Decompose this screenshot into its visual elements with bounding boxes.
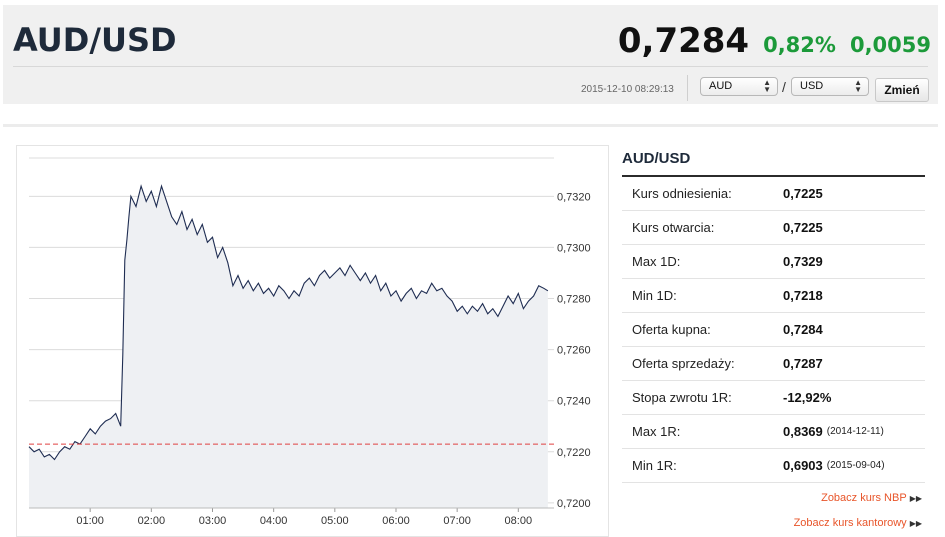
y-tick-label: 0,7260 bbox=[557, 345, 591, 357]
select-arrows-icon: ▲▼ bbox=[854, 79, 862, 93]
x-tick-label: 07:00 bbox=[443, 515, 471, 527]
y-tick-label: 0,7240 bbox=[557, 396, 591, 408]
info-row-label: Oferta sprzedaży: bbox=[622, 356, 783, 371]
x-tick-label: 03:00 bbox=[199, 515, 227, 527]
info-row-value: 0,7284 bbox=[783, 322, 823, 337]
info-row-label: Min 1R: bbox=[622, 458, 783, 473]
to-currency-select[interactable]: USD ▲▼ bbox=[791, 77, 869, 96]
info-row-value: 0,8369 bbox=[783, 424, 823, 439]
change-percent: 0,82% bbox=[763, 33, 836, 57]
nbp-rate-link-label: Zobacz kurs NBP bbox=[821, 492, 907, 504]
y-tick-label: 0,7200 bbox=[557, 498, 591, 510]
info-row-value: 0,7218 bbox=[783, 288, 823, 303]
x-tick-label: 06:00 bbox=[382, 515, 410, 527]
series-area bbox=[29, 186, 548, 508]
quote-header: AUD/USD 0,7284 0,82% 0,0059 2015-12-10 0… bbox=[3, 5, 938, 104]
info-row-label: Max 1R: bbox=[622, 424, 783, 439]
info-row-date: (2015-09-04) bbox=[827, 460, 885, 471]
info-row-label: Kurs otwarcia: bbox=[622, 220, 783, 235]
quote-timestamp: 2015-12-10 08:29:13 bbox=[581, 84, 674, 95]
double-arrow-icon: ▶▶ bbox=[910, 494, 922, 503]
info-row-label: Max 1D: bbox=[622, 254, 783, 269]
info-row: Stopa zwrotu 1R:-12,92% bbox=[622, 381, 925, 415]
select-arrows-icon: ▲▼ bbox=[763, 79, 771, 93]
info-row-value: 0,7329 bbox=[783, 254, 823, 269]
info-row-label: Stopa zwrotu 1R: bbox=[622, 390, 783, 405]
currency-separator: / bbox=[782, 79, 786, 95]
info-row-label: Kurs odniesienia: bbox=[622, 186, 783, 201]
price-chart: 0,7200 0,7220 0,7240 0,7260 0,7280 0,7300 0,73… bbox=[16, 145, 609, 537]
quote-summary: 0,7284 0,82% 0,0059 bbox=[618, 21, 931, 61]
info-row-value: 0,7225 bbox=[783, 220, 823, 235]
info-row: Max 1D:0,7329 bbox=[622, 245, 925, 279]
info-row-label: Oferta kupna: bbox=[622, 322, 783, 337]
x-tick-label: 04:00 bbox=[260, 515, 288, 527]
current-price: 0,7284 bbox=[618, 21, 749, 61]
header-divider bbox=[13, 66, 928, 67]
info-row-value: -12,92% bbox=[783, 390, 831, 405]
y-tick-label: 0,7300 bbox=[557, 242, 591, 254]
info-row-date: (2014-12-11) bbox=[827, 426, 884, 437]
info-row-value: 0,7287 bbox=[783, 356, 823, 371]
toolbar-separator bbox=[687, 75, 688, 101]
info-row: Oferta sprzedaży:0,7287 bbox=[622, 347, 925, 381]
info-title: AUD/USD bbox=[622, 150, 690, 167]
exchange-rate-link[interactable]: Zobacz kurs kantorowy▶▶ bbox=[794, 517, 922, 529]
x-tick-label: 05:00 bbox=[321, 515, 349, 527]
info-table: Kurs odniesienia:0,7225Kurs otwarcia:0,7… bbox=[622, 177, 925, 483]
info-row: Max 1R:0,8369 (2014-12-11) bbox=[622, 415, 925, 449]
y-tick-label: 0,7280 bbox=[557, 294, 591, 306]
change-absolute: 0,0059 bbox=[850, 33, 931, 57]
nbp-rate-link[interactable]: Zobacz kurs NBP▶▶ bbox=[821, 492, 922, 504]
info-row: Oferta kupna:0,7284 bbox=[622, 313, 925, 347]
chart-svg: 0,7200 0,7220 0,7240 0,7260 0,7280 0,7300 0,73… bbox=[17, 146, 608, 536]
info-row: Min 1D:0,7218 bbox=[622, 279, 925, 313]
y-tick-label: 0,7220 bbox=[557, 447, 591, 459]
to-currency-value: USD bbox=[800, 80, 823, 92]
info-row-value: 0,6903 bbox=[783, 458, 823, 473]
from-currency-select[interactable]: AUD ▲▼ bbox=[700, 77, 778, 96]
double-arrow-icon: ▶▶ bbox=[910, 519, 922, 528]
y-tick-label: 0,7320 bbox=[557, 191, 591, 203]
x-tick-label: 08:00 bbox=[505, 515, 533, 527]
x-tick-label: 02:00 bbox=[138, 515, 166, 527]
from-currency-value: AUD bbox=[709, 80, 732, 92]
pair-title: AUD/USD bbox=[13, 21, 177, 59]
info-row: Min 1R:0,6903 (2015-09-04) bbox=[622, 449, 925, 483]
info-row-value: 0,7225 bbox=[783, 186, 823, 201]
info-row-label: Min 1D: bbox=[622, 288, 783, 303]
x-tick-label: 01:00 bbox=[76, 515, 104, 527]
exchange-rate-link-label: Zobacz kurs kantorowy bbox=[794, 517, 907, 529]
change-pair-button[interactable]: Zmień bbox=[875, 78, 929, 102]
info-row: Kurs odniesienia:0,7225 bbox=[622, 177, 925, 211]
info-row: Kurs otwarcia:0,7225 bbox=[622, 211, 925, 245]
